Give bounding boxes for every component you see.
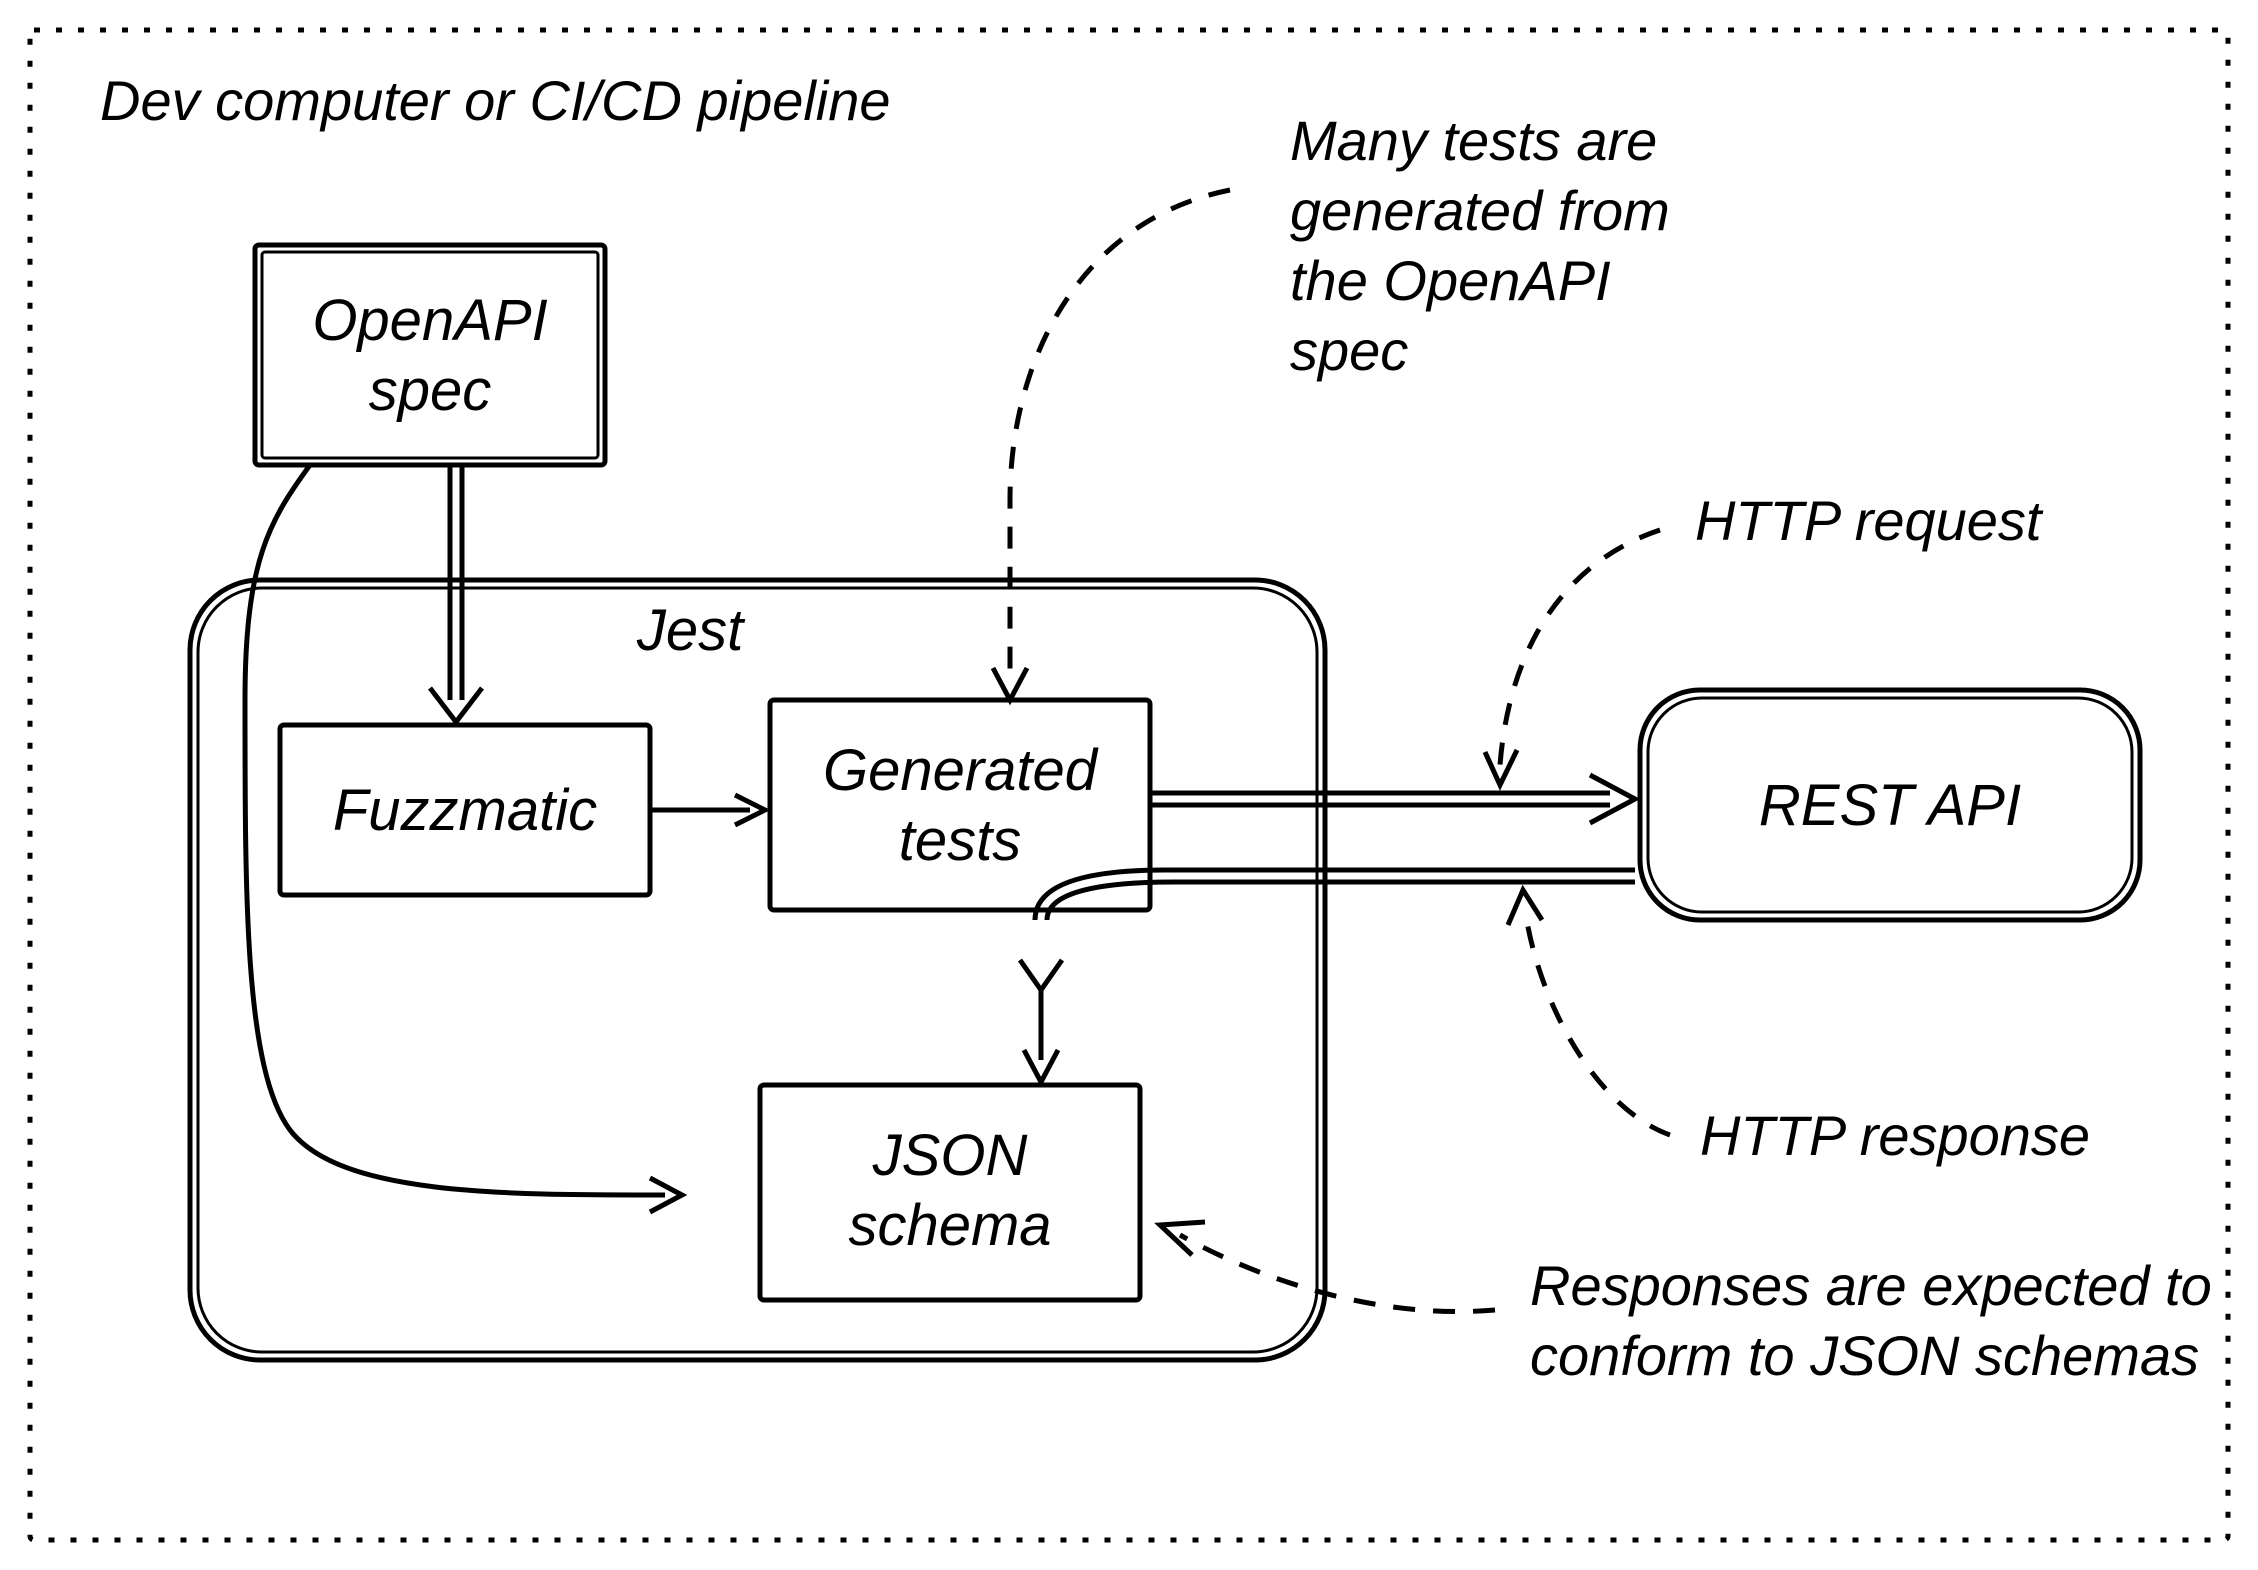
svg-text:schema: schema [848, 1193, 1051, 1258]
node-rest-api: REST API [1640, 690, 2140, 920]
container-title: Dev computer or CI/CD pipeline [100, 69, 891, 132]
jest-title: Jest [636, 598, 746, 663]
svg-text:Responses are expected to: Responses are expected to [1530, 1254, 2212, 1317]
annotation-http-response: HTTP response [1700, 1104, 2090, 1167]
svg-text:spec: spec [369, 358, 492, 423]
arrow-generated-to-jsonschema [1024, 990, 1058, 1082]
annotation-arrow-many-tests [993, 190, 1230, 700]
annotation-http-request: HTTP request [1695, 489, 2044, 552]
annotation-many-tests: Many tests are generated from the OpenAP… [1290, 109, 1670, 382]
node-openapi-spec: OpenAPI spec [255, 245, 605, 465]
annotation-responses-conform: Responses are expected to conform to JSO… [1530, 1254, 2212, 1387]
svg-text:OpenAPI: OpenAPI [312, 288, 547, 353]
annotation-arrow-http-response [1508, 890, 1670, 1135]
svg-text:REST API: REST API [1759, 773, 2021, 838]
svg-text:generated from: generated from [1290, 179, 1670, 242]
svg-text:the OpenAPI: the OpenAPI [1290, 249, 1611, 312]
arrow-openapi-to-fuzzmatic [430, 465, 482, 722]
arrow-generated-to-restapi-request [1150, 775, 1635, 823]
svg-text:Generated: Generated [823, 738, 1099, 803]
node-fuzzmatic: Fuzzmatic [280, 725, 650, 895]
node-json-schema: JSON schema [760, 1085, 1140, 1300]
arrow-fuzzmatic-to-generated [650, 795, 765, 825]
svg-text:tests: tests [899, 808, 1022, 873]
svg-text:spec: spec [1290, 319, 1408, 382]
svg-text:JSON: JSON [872, 1123, 1028, 1188]
svg-text:conform to JSON schemas: conform to JSON schemas [1530, 1324, 2199, 1387]
svg-text:Fuzzmatic: Fuzzmatic [333, 778, 597, 843]
annotation-arrow-http-request [1485, 530, 1660, 785]
node-generated-tests: Generated tests [770, 700, 1150, 910]
svg-text:Many tests are: Many tests are [1290, 109, 1657, 172]
